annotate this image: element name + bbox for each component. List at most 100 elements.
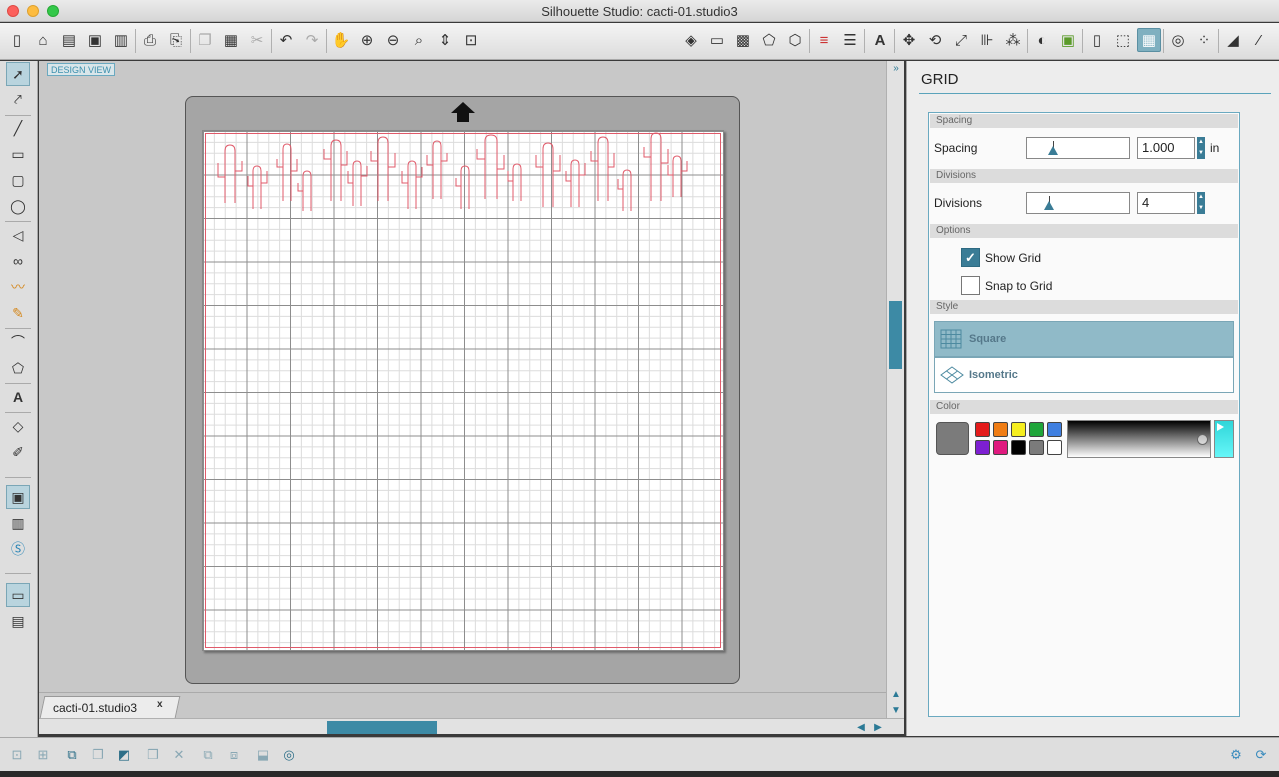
freehand-tool-icon[interactable]: 〰 <box>6 275 30 299</box>
registration-marks-icon[interactable]: ⬚ <box>1111 28 1135 52</box>
document-tab-label[interactable]: cacti-01.studio3 <box>53 701 137 715</box>
knife-tool-icon[interactable]: ✐ <box>6 440 30 464</box>
snap-to-grid-label[interactable]: Snap to Grid <box>985 279 1052 293</box>
weld-icon[interactable]: ⬓ <box>252 744 274 766</box>
make-compound-path-icon[interactable]: ⧉ <box>61 744 83 766</box>
copy-icon[interactable]: ❐ <box>193 28 217 52</box>
replicate-icon[interactable]: ⁂ <box>1001 28 1025 52</box>
group-icon[interactable]: ⊡ <box>6 744 28 766</box>
fill-pattern-icon[interactable]: ▩ <box>731 28 755 52</box>
current-grid-color[interactable] <box>936 422 969 455</box>
color-swatch[interactable] <box>1011 422 1026 437</box>
rotate-icon[interactable]: ⟲ <box>923 28 947 52</box>
color-swatch[interactable] <box>975 422 990 437</box>
scroll-up-icon[interactable]: ▲ <box>889 687 903 701</box>
scroll-right-icon[interactable]: ▶ <box>871 720 885 734</box>
style-square-button[interactable]: Square <box>934 321 1234 357</box>
save-icon[interactable]: ▣ <box>83 28 107 52</box>
delete-icon[interactable]: ✕ <box>168 744 190 766</box>
send-backward-icon[interactable]: ⧉ <box>197 744 219 766</box>
line-style-icon[interactable]: ☰ <box>838 28 862 52</box>
zoom-out-icon[interactable]: ⊖ <box>381 28 405 52</box>
pan-hand-icon[interactable]: ✋ <box>329 28 353 52</box>
paste-icon[interactable]: ▦ <box>219 28 243 52</box>
spiral-icon[interactable]: ◎ <box>1166 28 1190 52</box>
text-style-icon[interactable]: A <box>868 28 892 52</box>
eraser-icon[interactable]: ◢ <box>1221 28 1245 52</box>
drag-zoom-icon[interactable]: ⇕ <box>433 28 457 52</box>
polygon-tool-icon[interactable]: ◁ <box>6 223 30 247</box>
color-swatch[interactable] <box>975 440 990 455</box>
bring-forward-icon[interactable]: ⧈ <box>223 744 245 766</box>
rectangle-tool-icon[interactable]: ▭ <box>6 142 30 166</box>
cacti-design[interactable] <box>203 131 725 221</box>
horizontal-scroll-thumb[interactable] <box>327 721 437 734</box>
scale-icon[interactable]: ⤢ <box>949 28 973 52</box>
print-icon[interactable]: ⎙ <box>138 28 162 52</box>
document-tab-close-icon[interactable]: x <box>157 699 163 710</box>
color-swatch[interactable] <box>1029 422 1044 437</box>
shadow-icon[interactable]: ⬠ <box>757 28 781 52</box>
design-page-icon[interactable]: ▣ <box>6 485 30 509</box>
color-swatch[interactable] <box>1047 440 1062 455</box>
color-gradient-picker[interactable] <box>1067 420 1211 458</box>
style-isometric-button[interactable]: Isometric <box>934 357 1234 393</box>
bring-to-front-icon[interactable]: ◩ <box>113 744 135 766</box>
hue-flag-icon[interactable] <box>1217 423 1224 431</box>
fit-to-window-icon[interactable]: ⊡ <box>459 28 483 52</box>
vertical-scrollbar[interactable]: » ▲ ▼ <box>886 61 904 718</box>
grid-settings-icon[interactable]: ▦ <box>1137 28 1161 52</box>
vertical-scroll-thumb[interactable] <box>889 301 902 369</box>
eraser-tool-icon[interactable]: ◇ <box>6 414 30 438</box>
curve-tool-icon[interactable]: ∞ <box>6 249 30 273</box>
new-document-icon[interactable]: ▯ <box>5 28 29 52</box>
spacing-stepper[interactable]: ▲ ▼ <box>1197 137 1205 159</box>
ungroup-icon[interactable]: ⊞ <box>32 744 54 766</box>
text-tool-icon[interactable]: A <box>6 385 30 409</box>
hue-slider[interactable] <box>1214 420 1234 458</box>
show-grid-label[interactable]: Show Grid <box>985 251 1041 265</box>
redo-icon[interactable]: ↷ <box>300 28 324 52</box>
zoom-select-icon[interactable]: ⌕ <box>407 28 431 52</box>
release-compound-path-icon[interactable]: ❐ <box>87 744 109 766</box>
scroll-down-icon[interactable]: ▼ <box>889 703 903 717</box>
online-store-icon[interactable]: Ⓢ <box>6 537 30 561</box>
snap-to-grid-checkbox[interactable] <box>961 276 980 295</box>
color-swatch[interactable] <box>1029 440 1044 455</box>
spacing-slider-knob[interactable] <box>1048 146 1058 155</box>
show-grid-checkbox[interactable]: ✓ <box>961 248 980 267</box>
divisions-slider-knob[interactable] <box>1044 201 1054 210</box>
gradient-grip-icon[interactable] <box>1197 434 1208 445</box>
smooth-freehand-tool-icon[interactable]: ✎ <box>6 301 30 325</box>
rounded-rectangle-tool-icon[interactable]: ▢ <box>6 168 30 192</box>
align-icon[interactable]: ⊪ <box>975 28 999 52</box>
color-swatch[interactable] <box>993 440 1008 455</box>
page-setup-icon[interactable]: ▯ <box>1085 28 1109 52</box>
offset-icon[interactable]: ▣ <box>1056 28 1080 52</box>
fill-gradient-icon[interactable]: ▭ <box>705 28 729 52</box>
split-view-icon[interactable]: ▤ <box>6 609 30 633</box>
open-library-icon[interactable]: ▤ <box>57 28 81 52</box>
library-icon[interactable]: ▥ <box>6 511 30 535</box>
knife-icon[interactable]: ⁄ <box>1247 28 1271 52</box>
zoom-in-icon[interactable]: ⊕ <box>355 28 379 52</box>
send-to-cutter-icon[interactable]: ⟳ <box>1250 744 1272 766</box>
dots-icon[interactable]: ⁘ <box>1192 28 1216 52</box>
arc-tool-icon[interactable]: ⌒ <box>6 330 30 354</box>
regular-polygon-tool-icon[interactable]: ⬠ <box>6 356 30 380</box>
design-canvas[interactable]: DESIGN VIEW <box>39 61 886 692</box>
cut-icon[interactable]: ✂ <box>245 28 269 52</box>
scroll-left-icon[interactable]: ◀ <box>854 720 868 734</box>
color-swatch[interactable] <box>1047 422 1062 437</box>
transform-icon[interactable]: ✥ <box>897 28 921 52</box>
trace-icon[interactable]: ◐ <box>1030 28 1054 52</box>
undo-icon[interactable]: ↶ <box>274 28 298 52</box>
divisions-stepper[interactable]: ▲ ▼ <box>1197 192 1205 214</box>
edit-points-icon[interactable]: ⤤ <box>6 87 30 111</box>
sketch-icon[interactable]: ⬡ <box>783 28 807 52</box>
horizontal-scrollbar[interactable]: ◀ ▶ <box>39 718 904 734</box>
divisions-input[interactable]: 4 <box>1137 192 1195 214</box>
line-tool-icon[interactable]: ╱ <box>6 116 30 140</box>
offset-shape-icon[interactable]: ◎ <box>278 744 300 766</box>
save-library-icon[interactable]: ▥ <box>109 28 133 52</box>
